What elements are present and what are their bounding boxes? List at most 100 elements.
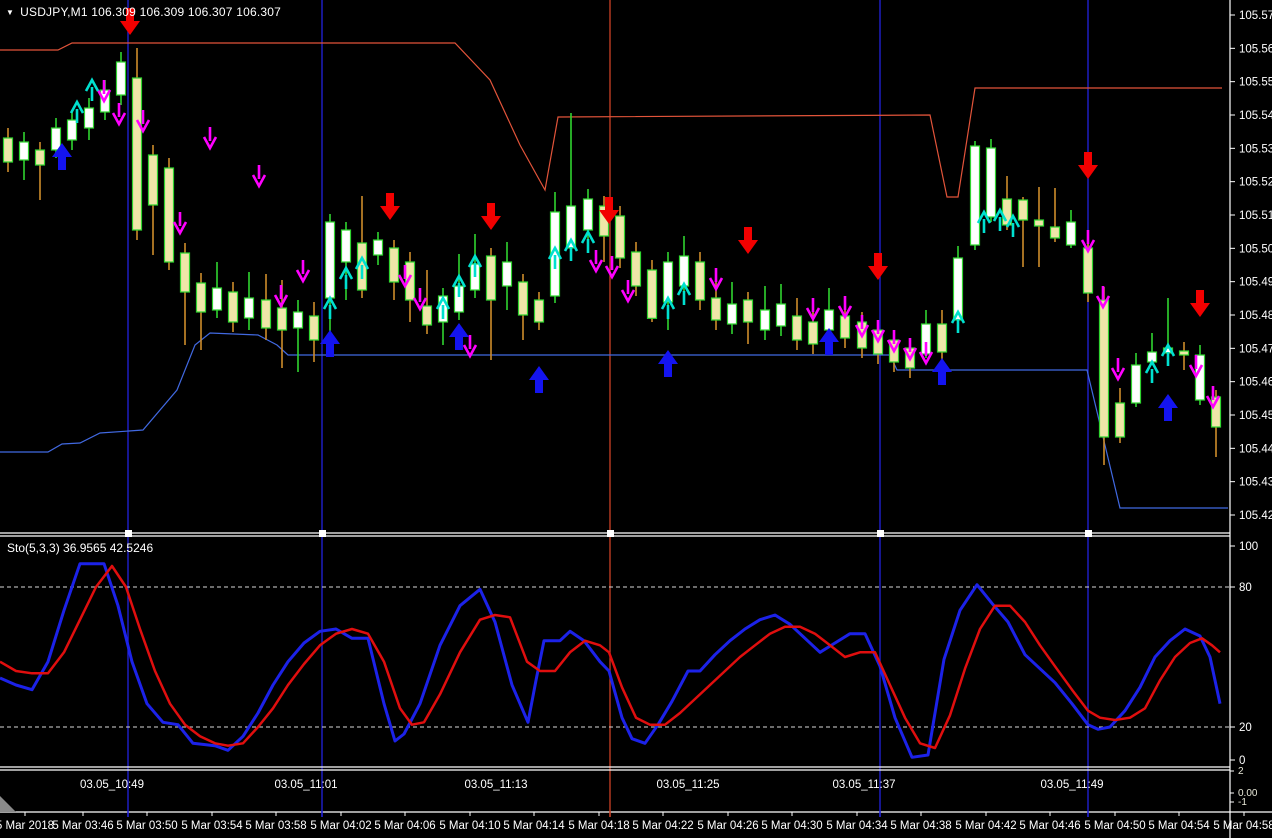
candle-body bbox=[694, 261, 706, 301]
price-axis-label: 105.455 bbox=[1239, 410, 1272, 422]
candle-body bbox=[646, 269, 658, 319]
price-axis-label: 105.555 bbox=[1239, 77, 1272, 89]
separator-marker bbox=[877, 530, 884, 537]
time-axis-label: 5 Mar 04:06 bbox=[374, 820, 435, 832]
vline-label: 03.05_11:37 bbox=[832, 779, 895, 791]
time-axis-label: 5 Mar 04:46 bbox=[1019, 820, 1080, 832]
candle-body bbox=[985, 147, 997, 218]
candle-body bbox=[969, 145, 981, 246]
candle-body bbox=[243, 297, 255, 319]
stochastic-indicator-label: Sto(5,3,3) 36.9565 42.5246 bbox=[7, 541, 154, 555]
candle-body bbox=[726, 303, 738, 325]
candle-body bbox=[1033, 219, 1045, 227]
candle-body bbox=[324, 221, 336, 299]
mt4-chart-window[interactable]: 03.05_10:49 03.05_11:01 03.05_11:13 03.05_1… bbox=[0, 0, 1272, 838]
chart-background bbox=[0, 0, 1272, 838]
price-axis-label: 105.475 bbox=[1239, 343, 1272, 355]
time-axis-label: 5 Mar 04:38 bbox=[890, 820, 951, 832]
candle-body bbox=[517, 281, 529, 316]
candle-body bbox=[2, 137, 14, 163]
vline-label: 03.05_10:49 bbox=[80, 779, 144, 791]
time-axis-label: 5 Mar 04:30 bbox=[761, 820, 822, 832]
candle-body bbox=[485, 255, 497, 301]
vline-label: 03.05_11:13 bbox=[464, 779, 527, 791]
time-axis-label: 5 Mar 04:34 bbox=[826, 820, 888, 832]
mini-axis-label: 2 bbox=[1238, 766, 1244, 777]
candle-body bbox=[421, 305, 433, 326]
price-axis-label: 105.485 bbox=[1239, 310, 1272, 322]
vline-label: 03.05_11:01 bbox=[274, 779, 337, 791]
time-axis-label: 5 Mar 03:54 bbox=[181, 820, 243, 832]
candle-body bbox=[823, 309, 835, 331]
separator-marker bbox=[607, 530, 614, 537]
candle-body bbox=[759, 309, 771, 331]
candle-body bbox=[211, 287, 223, 311]
symbol-quote-text: USDJPY,M1 106.309 106.309 106.307 106.30… bbox=[20, 5, 281, 19]
candle-body bbox=[50, 127, 62, 151]
price-axis-label: 105.515 bbox=[1239, 210, 1272, 222]
time-axis-label: 5 Mar 04:42 bbox=[955, 820, 1016, 832]
time-axis-label: 5 Mar 04:02 bbox=[310, 820, 371, 832]
time-axis-label: 5 Mar 04:58 bbox=[1213, 820, 1272, 832]
chart-svg[interactable]: 03.05_10:49 03.05_11:01 03.05_11:13 03.05_1… bbox=[0, 0, 1272, 838]
candle-body bbox=[1114, 402, 1126, 438]
stoch-axis-label: 100 bbox=[1239, 541, 1258, 553]
time-axis-label: 5 Mar 03:46 bbox=[52, 820, 113, 832]
candle-body bbox=[1178, 350, 1190, 356]
candle-body bbox=[1098, 299, 1110, 438]
price-axis-label: 105.495 bbox=[1239, 277, 1272, 289]
candle-body bbox=[630, 251, 642, 287]
candle-body bbox=[131, 77, 143, 231]
time-axis-label: 5 Mar 04:14 bbox=[503, 820, 565, 832]
candle-body bbox=[742, 299, 754, 323]
time-axis-label: 5 Mar 04:26 bbox=[697, 820, 758, 832]
candle-body bbox=[1082, 247, 1094, 294]
candle-body bbox=[533, 299, 545, 323]
candle-body bbox=[115, 61, 127, 96]
price-axis-label: 105.425 bbox=[1239, 510, 1272, 522]
candle-body bbox=[775, 303, 787, 327]
candle-body bbox=[936, 323, 948, 353]
price-axis-label: 105.435 bbox=[1239, 477, 1272, 489]
candle-body bbox=[1017, 199, 1029, 221]
candle-body bbox=[18, 141, 30, 161]
price-axis-label: 105.465 bbox=[1239, 377, 1272, 389]
price-axis-label: 105.535 bbox=[1239, 143, 1272, 155]
candle-body bbox=[388, 247, 400, 283]
time-axis-label: 5 Mar 04:22 bbox=[632, 820, 693, 832]
candle-body bbox=[1049, 226, 1061, 239]
chevron-down-icon[interactable]: ▼ bbox=[6, 8, 14, 17]
candle-body bbox=[1065, 221, 1077, 246]
stoch-axis-label: 20 bbox=[1239, 722, 1252, 734]
candle-body bbox=[501, 261, 513, 287]
candle-body bbox=[582, 198, 594, 231]
candle-body bbox=[807, 321, 819, 345]
mini-axis-label: -1 bbox=[1238, 797, 1247, 808]
candle-body bbox=[791, 315, 803, 341]
price-axis-label: 105.545 bbox=[1239, 110, 1272, 122]
vline-label: 03.05_11:25 bbox=[656, 779, 719, 791]
quote-header: ▼ USDJPY,M1 106.309 106.309 106.307 106.… bbox=[6, 5, 281, 19]
price-axis-label: 105.505 bbox=[1239, 243, 1272, 255]
stoch-axis-label: 80 bbox=[1239, 582, 1252, 594]
separator-marker bbox=[1085, 530, 1092, 537]
candle-body bbox=[260, 299, 272, 329]
separator-marker bbox=[319, 530, 326, 537]
candle-body bbox=[710, 297, 722, 321]
candle-body bbox=[66, 119, 78, 141]
candle-body bbox=[179, 252, 191, 293]
price-axis-label: 105.575 bbox=[1239, 10, 1272, 22]
candle-body bbox=[614, 215, 626, 259]
candle-body bbox=[147, 154, 159, 206]
time-axis-label: 5 Mar 2018 bbox=[0, 820, 54, 832]
separator-marker bbox=[125, 530, 132, 537]
candle-body bbox=[276, 307, 288, 331]
candle-body bbox=[195, 282, 207, 313]
candle-body bbox=[34, 149, 46, 166]
candle-body bbox=[308, 315, 320, 341]
time-axis-label: 5 Mar 04:54 bbox=[1148, 820, 1210, 832]
candle-body bbox=[340, 229, 352, 263]
time-axis-label: 5 Mar 03:58 bbox=[245, 820, 306, 832]
time-axis-label: 5 Mar 04:50 bbox=[1084, 820, 1145, 832]
vline-label: 03.05_11:49 bbox=[1040, 779, 1103, 791]
